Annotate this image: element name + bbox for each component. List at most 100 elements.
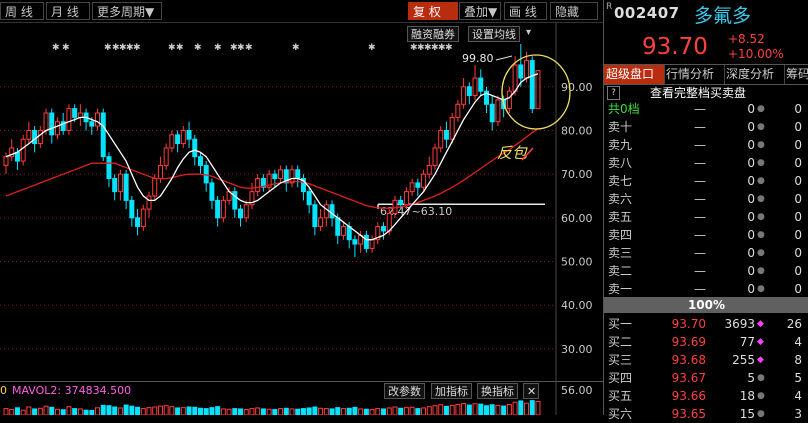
candle-body[interactable] [20, 138, 26, 162]
candle-body[interactable] [66, 108, 72, 131]
ask-row[interactable]: 卖九 —0 ● 0 [604, 136, 808, 154]
candle-body[interactable] [466, 86, 472, 97]
candle-body[interactable] [295, 169, 301, 180]
candle-body[interactable] [381, 226, 387, 232]
close-icon[interactable]: ✕ [523, 383, 539, 399]
chevron-down-icon[interactable]: ▾ [526, 27, 531, 38]
candle-body[interactable] [472, 77, 478, 97]
ask-row[interactable]: 卖八 —0 ● 0 [604, 154, 808, 172]
ask-row[interactable]: 卖四 —0 ● 0 [604, 226, 808, 244]
candle-body[interactable] [238, 208, 244, 219]
candle-body[interactable] [152, 178, 158, 197]
weekly-button[interactable]: 周 线 [0, 2, 44, 20]
candle-body[interactable] [215, 199, 221, 219]
candle-body[interactable] [129, 199, 135, 219]
margin-trading-button[interactable]: 融资融券 [407, 26, 459, 42]
candle-body[interactable] [100, 112, 106, 158]
tab-super-depth[interactable]: 超级盘口 [604, 65, 665, 84]
adjust-button[interactable]: 复 权 [408, 2, 458, 20]
candle-body[interactable] [432, 147, 438, 166]
candle-body[interactable] [409, 182, 415, 193]
candle-body[interactable] [352, 239, 358, 245]
candle-body[interactable] [535, 70, 541, 110]
ask-row[interactable]: 卖五 —0 ● 0 [604, 208, 808, 226]
hide-button[interactable]: 隐藏 [550, 2, 598, 20]
ask-row[interactable]: 卖二 —0 ● 0 [604, 262, 808, 280]
candle-body[interactable] [255, 178, 261, 193]
candle-body[interactable] [403, 191, 409, 206]
candle-body[interactable] [461, 86, 467, 105]
candle-body[interactable] [278, 169, 284, 180]
more-periods-dropdown[interactable]: 更多周期▼ [92, 2, 162, 20]
candle-body[interactable] [340, 226, 346, 236]
candle-body[interactable] [478, 77, 484, 92]
candle-body[interactable] [506, 90, 512, 110]
overlay-dropdown[interactable]: 叠加▼ [459, 2, 501, 20]
candle-body[interactable] [192, 138, 198, 158]
candle-body[interactable] [312, 204, 318, 228]
ask-row[interactable]: 卖七 —0 ● 0 [604, 172, 808, 190]
ask-row[interactable]: 卖六 —0 ● 0 [604, 190, 808, 208]
kline-chart[interactable]: 90.0080.0070.0060.0050.0040.0030.00✱ ✱ ✱ ✱ ✱… [0, 0, 603, 415]
candle-body[interactable] [318, 217, 324, 228]
candle-body[interactable] [209, 182, 215, 201]
candle-body[interactable] [438, 129, 444, 149]
candle-body[interactable] [335, 217, 341, 236]
candle-body[interactable] [180, 129, 186, 145]
candle-body[interactable] [306, 191, 312, 206]
candle-body[interactable] [323, 204, 329, 219]
candle-body[interactable] [421, 173, 427, 188]
set-ma-button[interactable]: 设置均线 [468, 26, 520, 42]
candle-body[interactable] [346, 226, 352, 241]
candle-body[interactable] [163, 147, 169, 166]
candle-body[interactable] [512, 64, 518, 92]
kline-chart-area[interactable]: 90.00 80.00 70.00 60.00 50.00 40.00 30.00 ✱ ✱ ✱ ✱ ✱… [0, 0, 603, 415]
candle-body[interactable] [146, 195, 152, 210]
candle-body[interactable] [169, 134, 175, 149]
candle-body[interactable] [495, 99, 501, 123]
candle-body[interactable] [140, 208, 146, 228]
candle-body[interactable] [220, 199, 226, 219]
candle-body[interactable] [449, 116, 455, 140]
candle-body[interactable] [157, 164, 163, 180]
candle-body[interactable] [518, 64, 524, 79]
candle-body[interactable] [123, 173, 129, 201]
switch-indicator-button[interactable]: 换指标 [477, 383, 518, 399]
candle-body[interactable] [32, 129, 38, 145]
candle-body[interactable] [272, 173, 278, 180]
help-icon[interactable]: ? [607, 86, 620, 100]
tab-deep-analysis[interactable]: 深度分析 [724, 65, 785, 84]
candle-body[interactable] [89, 121, 95, 127]
candle-body[interactable] [289, 169, 295, 184]
add-indicator-button[interactable]: 加指标 [431, 383, 472, 399]
ask-row[interactable]: 卖十 —0 ● 0 [604, 118, 808, 136]
candle-body[interactable] [43, 112, 49, 131]
candle-body[interactable] [489, 103, 495, 123]
candle-body[interactable] [106, 156, 112, 180]
edit-params-button[interactable]: 改参数 [384, 383, 425, 399]
tab-chips[interactable]: 筹码 [784, 65, 808, 84]
candle-body[interactable] [363, 234, 369, 249]
candle-body[interactable] [392, 199, 398, 214]
candle-body[interactable] [329, 204, 335, 219]
candle-body[interactable] [77, 112, 83, 118]
candle-body[interactable] [117, 173, 123, 193]
bid-row[interactable]: 买六 93.65 15 ● 3 [604, 405, 808, 423]
candle-body[interactable] [95, 112, 101, 127]
bid-row[interactable]: 买四 93.67 5 ● 5 [604, 369, 808, 387]
ask-row[interactable]: 卖一 —0 ● 0 [604, 280, 808, 298]
candle-body[interactable] [415, 182, 421, 188]
candle-body[interactable] [369, 239, 375, 249]
candle-body[interactable] [49, 112, 55, 136]
candle-body[interactable] [135, 217, 141, 228]
bid-row[interactable]: 买五 93.66 18 ● 4 [604, 387, 808, 405]
candle-body[interactable] [175, 134, 181, 145]
candle-body[interactable] [243, 204, 249, 219]
candle-body[interactable] [37, 129, 43, 145]
candle-body[interactable] [54, 121, 60, 136]
candle-body[interactable] [443, 129, 449, 140]
candle-body[interactable] [186, 129, 192, 140]
bid-row[interactable]: 买一 93.70 3693 ◆ 26 [604, 315, 808, 333]
candle-body[interactable] [14, 151, 20, 162]
ask-row[interactable]: 卖三 —0 ● 0 [604, 244, 808, 262]
